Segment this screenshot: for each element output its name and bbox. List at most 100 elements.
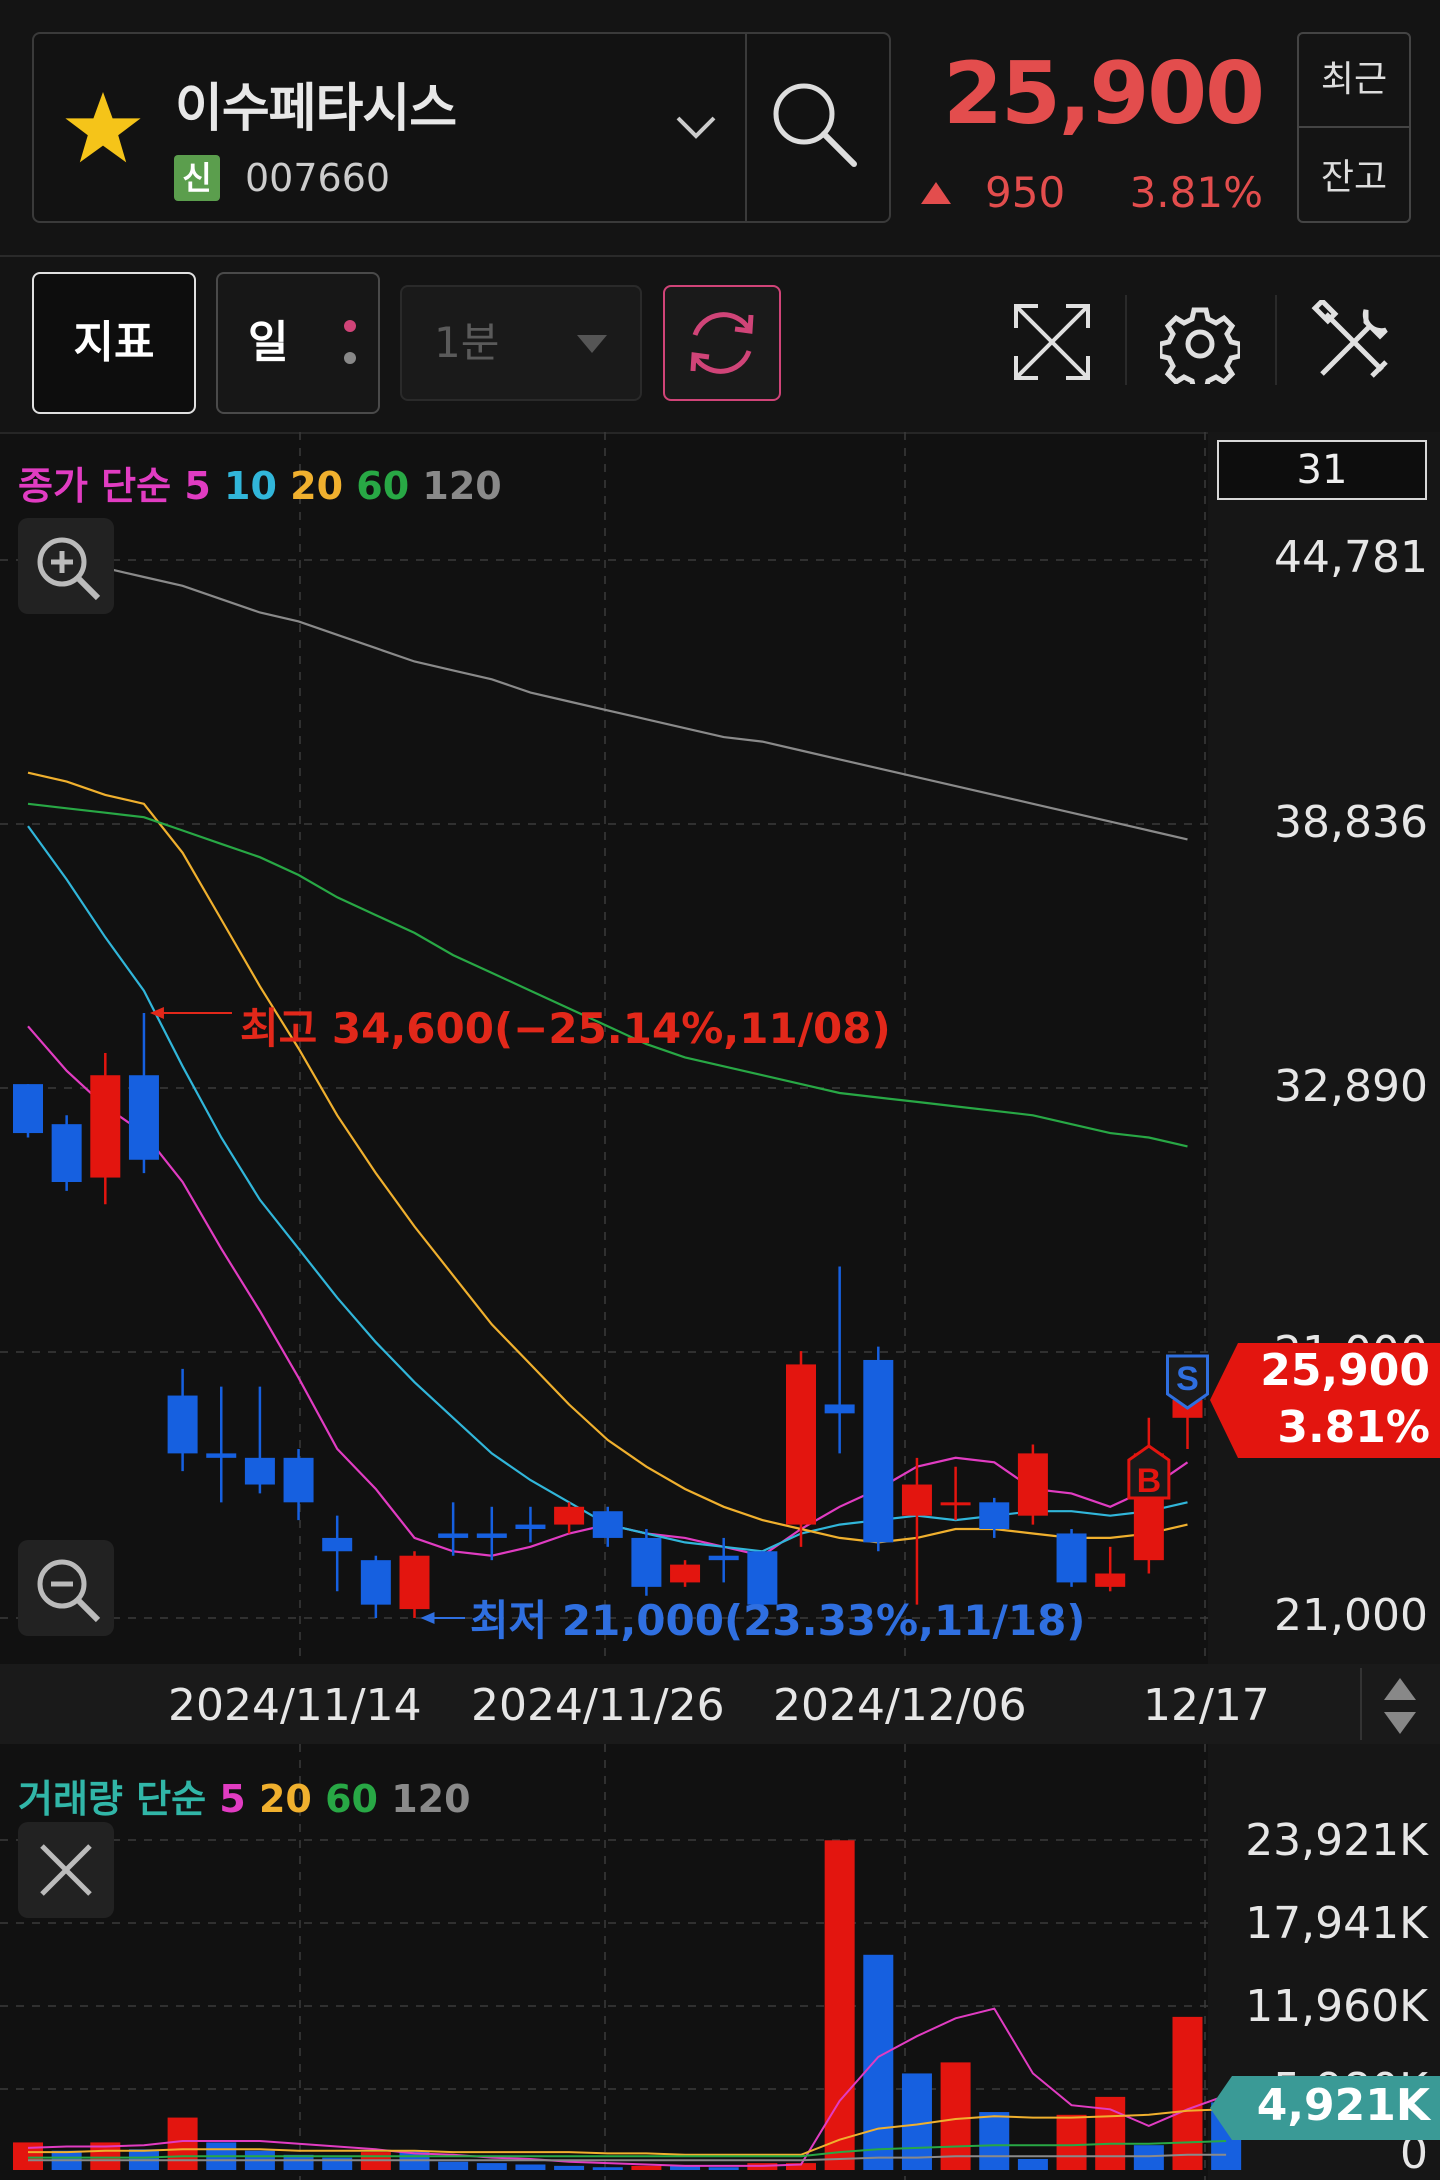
zoom-in-button[interactable]	[18, 518, 114, 614]
divider	[745, 32, 747, 223]
legend-ma-60: 60	[356, 464, 410, 508]
candle	[515, 1524, 546, 1530]
candle	[128, 1075, 159, 1160]
volume-axis-label: 17,941K	[1245, 1898, 1428, 1949]
candle	[863, 1359, 894, 1543]
zoom-out-button[interactable]	[18, 1540, 114, 1636]
favorite-star-icon[interactable]	[60, 88, 146, 168]
divider	[1360, 1668, 1362, 1740]
volume-bar	[476, 2163, 507, 2170]
up-triangle-icon	[921, 182, 951, 204]
candle	[360, 1560, 391, 1605]
candle	[979, 1502, 1010, 1530]
price-axis-label: 32,890	[1274, 1061, 1428, 1112]
candle	[901, 1484, 932, 1516]
axis-scale-toggle-icon[interactable]	[1378, 1676, 1422, 1736]
interval-select[interactable]: 1분	[400, 285, 642, 401]
legend-vol-ma-5: 5	[219, 1777, 246, 1821]
candle-count[interactable]: 31	[1217, 440, 1427, 500]
volume-bar	[1017, 2158, 1048, 2170]
ma-line-120	[27, 558, 1188, 841]
date-axis-label: 12/17	[1143, 1680, 1270, 1731]
indicator-button-label: 지표	[73, 317, 155, 368]
volume-bar	[1172, 2016, 1203, 2170]
volume-ma-legend[interactable]: 거래량 단순 5 20 60 120	[18, 1768, 471, 1823]
balance-button[interactable]: 잔고	[1297, 148, 1411, 200]
credit-badge: 신	[174, 155, 220, 201]
candle	[1095, 1573, 1126, 1587]
candle	[322, 1537, 353, 1552]
volume-bar	[554, 2165, 585, 2170]
date-axis-label: 2024/11/26	[471, 1680, 725, 1731]
legend-ma-20: 20	[290, 464, 344, 508]
divider	[1299, 126, 1409, 128]
candle	[940, 1502, 971, 1506]
ma-line-20	[27, 771, 1188, 1544]
candle	[708, 1555, 739, 1561]
price-change: 950	[985, 168, 1066, 217]
close-icon	[40, 1844, 92, 1896]
chevron-down-icon[interactable]	[672, 108, 720, 144]
volume-bar	[1133, 2145, 1164, 2170]
dot-indicator	[344, 320, 356, 332]
price-axis-label: 21,000	[1274, 1590, 1428, 1641]
legend-vol-ma-20: 20	[258, 1777, 312, 1821]
volume-tag-value: 4,921K	[1256, 2080, 1430, 2131]
stock-name[interactable]: 이수페타시스	[175, 66, 457, 141]
volume-axis-label: 23,921K	[1245, 1815, 1428, 1866]
candle	[1017, 1453, 1048, 1516]
candle	[90, 1075, 121, 1178]
date-axis-label: 2024/11/14	[168, 1680, 422, 1731]
price-tag-value: 25,900	[1260, 1345, 1430, 1396]
volume-bar	[515, 2164, 546, 2170]
volume-bar	[940, 2062, 971, 2170]
candle	[167, 1395, 198, 1454]
price-axis-label: 44,781	[1274, 532, 1428, 583]
high-annotation: 최고 34,600(−25.14%,11/08)	[240, 1004, 891, 1053]
fullscreen-icon[interactable]	[1010, 300, 1094, 384]
volume-bar	[592, 2167, 623, 2170]
volume-bar	[979, 2112, 1010, 2170]
zoom-in-icon	[37, 537, 101, 601]
candle	[206, 1453, 237, 1458]
caret-down-icon	[577, 335, 607, 353]
tools-icon[interactable]	[1310, 300, 1396, 386]
zoom-out-icon	[37, 1559, 101, 1623]
divider	[1275, 295, 1277, 385]
indicator-button[interactable]: 지표	[32, 272, 196, 414]
candle	[476, 1533, 507, 1538]
candle	[399, 1555, 430, 1610]
divider	[1125, 295, 1127, 385]
ma-line-10	[27, 825, 1188, 1553]
candle	[631, 1537, 662, 1587]
legend-ma-10: 10	[224, 464, 277, 508]
period-day-button[interactable]: 일	[216, 272, 380, 414]
candle	[283, 1457, 314, 1503]
candle	[554, 1506, 585, 1525]
stock-code: 007660	[245, 156, 391, 200]
volume-bar	[438, 2161, 469, 2170]
close-volume-button[interactable]	[18, 1822, 114, 1918]
low-arrowhead	[420, 1612, 435, 1624]
candle	[1056, 1533, 1087, 1583]
gear-icon[interactable]	[1160, 304, 1240, 384]
interval-label: 1분	[434, 318, 500, 367]
refresh-button[interactable]	[663, 285, 781, 401]
search-icon[interactable]	[760, 70, 870, 180]
candle	[13, 1084, 43, 1134]
volume-bar	[708, 2167, 739, 2170]
buy-signal-label: B	[1137, 1462, 1162, 1500]
candle	[438, 1533, 469, 1538]
dot-indicator	[344, 352, 356, 364]
volume-bar	[824, 1840, 855, 2170]
price-axis-label: 38,836	[1274, 797, 1428, 848]
volume-bar	[1056, 2114, 1087, 2170]
volume-bar	[901, 2073, 932, 2170]
stock-chart[interactable]: SB	[0, 432, 1440, 2180]
candle	[244, 1457, 275, 1485]
volume-bar	[167, 2117, 198, 2170]
price-ma-legend[interactable]: 종가 단순 5 10 20 60 120	[18, 455, 502, 510]
recent-button[interactable]: 최근	[1297, 50, 1411, 102]
volume-bar	[631, 2165, 662, 2170]
legend-prefix: 종가 단순	[18, 464, 172, 508]
